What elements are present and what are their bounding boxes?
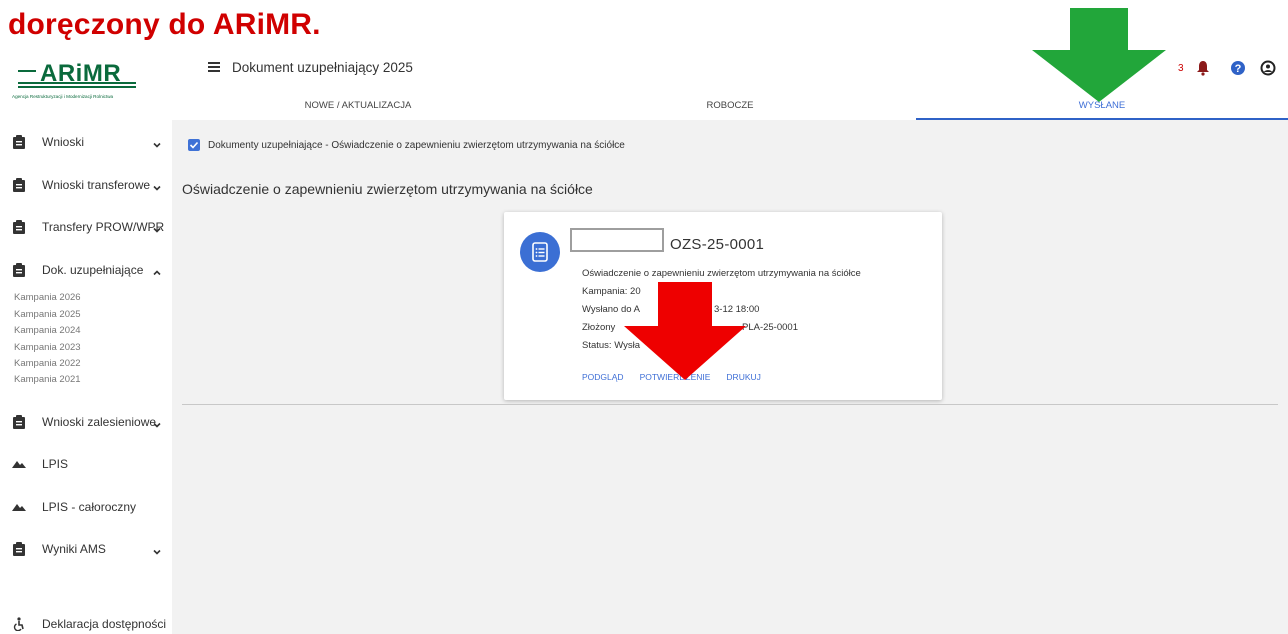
sidebar-item-label: Deklaracja dostępności	[42, 617, 167, 631]
sidebar-subitem-kampania[interactable]: Kampania 2021	[14, 374, 81, 385]
sidebar-subitem-kampania[interactable]: Kampania 2026	[14, 292, 81, 303]
chevron-down-icon	[152, 180, 162, 191]
sidebar-item-label: Transfery PROW/WPR	[42, 220, 165, 234]
tab-nowe-aktualizacja[interactable]: NOWE / AKTUALIZACJA	[172, 98, 544, 120]
clipboard-icon	[12, 414, 26, 430]
sidebar-subitem-kampania[interactable]: Kampania 2023	[14, 342, 81, 353]
menu-icon[interactable]	[208, 62, 220, 72]
document-submitted-label: Złożony	[582, 322, 616, 333]
page: doręczony do ARiMR. ARiMR Agencja Restru…	[0, 0, 1288, 634]
chevron-down-icon	[152, 137, 162, 148]
document-filter-checkbox[interactable]: Dokumenty uzupełniające - Oświadczenie o…	[188, 139, 625, 151]
sidebar-item-label: Dok. uzupełniające	[42, 263, 144, 277]
sidebar-item-lpis[interactable]: LPIS	[0, 448, 172, 480]
filter-label: Dokumenty uzupełniające - Oświadczenie o…	[208, 139, 625, 151]
help-icon[interactable]: ?	[1230, 60, 1246, 76]
document-id: OZS-25-0001	[670, 236, 765, 253]
chevron-up-icon	[152, 265, 162, 276]
checkbox-checked-icon	[188, 139, 200, 151]
clipboard-icon	[12, 262, 26, 278]
document-type: Oświadczenie o zapewnieniu zwierzętom ut…	[582, 268, 861, 279]
sidebar-item-transfery[interactable]: Transfery PROW/WPR	[0, 211, 172, 243]
svg-text:?: ?	[1235, 63, 1242, 75]
clipboard-icon	[12, 541, 26, 557]
logo-text: ARiMR	[40, 60, 122, 87]
sidebar-item-label: Wnioski zalesieniowe	[42, 415, 157, 429]
logo-subtitle: Agencja Restrukturyzacji i Modernizacji …	[12, 94, 114, 99]
document-list-icon	[520, 232, 560, 272]
sidebar-subitem-kampania[interactable]: Kampania 2024	[14, 325, 81, 336]
section-title: Oświadczenie o zapewnieniu zwierzętom ut…	[182, 181, 593, 197]
sidebar-item-label: LPIS - całoroczny	[42, 500, 137, 514]
sidebar-item-dok-uzupelniajace[interactable]: Dok. uzupełniające	[0, 254, 172, 286]
notification-count: 3	[1178, 63, 1184, 74]
sidebar-item-wnioski-zalesieniowe[interactable]: Wnioski zalesieniowe	[0, 406, 172, 438]
tab-label: NOWE / AKTUALIZACJA	[304, 100, 412, 111]
clipboard-icon	[12, 134, 26, 150]
mountain-icon	[12, 499, 26, 515]
tab-label: ROBOCZE	[706, 100, 754, 111]
sidebar-item-wnioski[interactable]: Wnioski	[0, 126, 172, 158]
sidebar-item-wnioski-transferowe[interactable]: Wnioski transferowe	[0, 169, 172, 201]
green-arrow-icon	[1032, 8, 1166, 102]
sidebar: ARiMR Agencja Restrukturyzacji i Moderni…	[0, 48, 172, 634]
sidebar-item-wyniki-ams[interactable]: Wyniki AMS	[0, 533, 172, 565]
sidebar-subitem-kampania[interactable]: Kampania 2025	[14, 309, 81, 320]
divider	[182, 404, 1278, 405]
red-arrow-icon	[624, 282, 746, 380]
sidebar-item-label: LPIS	[42, 457, 69, 471]
clipboard-icon	[12, 177, 26, 193]
mountain-icon	[12, 456, 26, 472]
chevron-down-icon	[152, 544, 162, 555]
clipboard-icon	[12, 219, 26, 235]
arimr-logo[interactable]: ARiMR Agencja Restrukturyzacji i Moderni…	[12, 56, 162, 102]
sidebar-item-deklaracja-dostepnosci[interactable]: Deklaracja dostępności	[0, 608, 172, 634]
tab-robocze[interactable]: ROBOCZE	[544, 98, 916, 120]
sidebar-subitem-kampania[interactable]: Kampania 2022	[14, 358, 81, 369]
redacted-box	[570, 228, 664, 252]
preview-button[interactable]: PODGLĄD	[582, 372, 624, 382]
document-submitted-ref: PLA-25-0001	[742, 322, 798, 333]
page-title: Dokument uzupełniający 2025	[232, 60, 413, 75]
sidebar-item-label: Wyniki AMS	[42, 542, 106, 556]
chevron-down-icon	[152, 417, 162, 428]
account-icon[interactable]	[1260, 60, 1276, 76]
sidebar-item-label: Wnioski transferowe	[42, 178, 151, 192]
bell-icon[interactable]	[1196, 60, 1212, 76]
accessibility-icon	[12, 616, 26, 632]
sidebar-item-lpis-caloroczny[interactable]: LPIS - całoroczny	[0, 491, 172, 523]
sidebar-item-label: Wnioski	[42, 135, 85, 149]
chevron-down-icon	[152, 222, 162, 233]
slide-caption: doręczony do ARiMR.	[8, 8, 321, 41]
